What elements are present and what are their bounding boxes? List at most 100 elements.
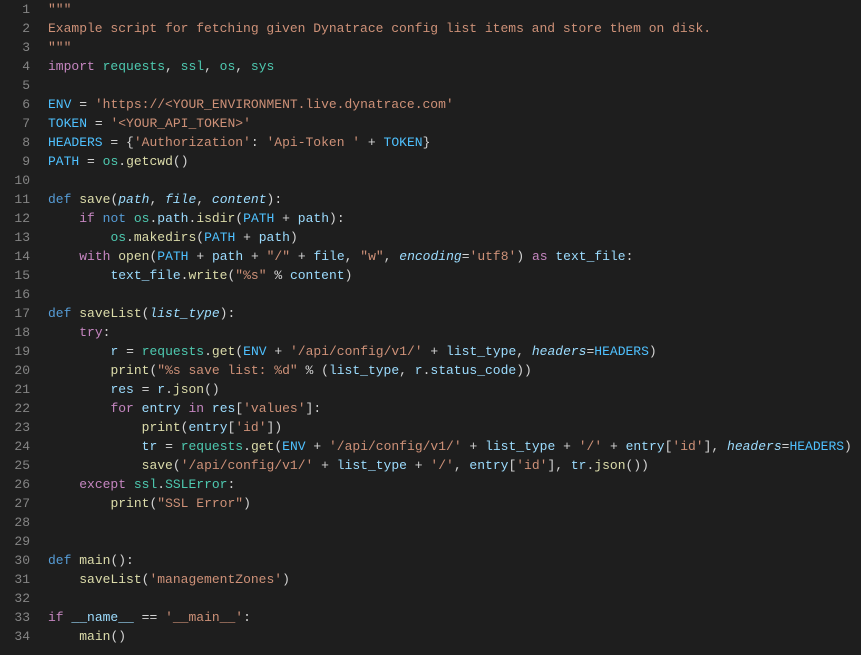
token: with bbox=[79, 249, 110, 264]
token bbox=[602, 439, 610, 454]
code-line[interactable]: os.makedirs(PATH + path) bbox=[48, 228, 861, 247]
token bbox=[87, 97, 95, 112]
token: == bbox=[142, 610, 158, 625]
token: TOKEN bbox=[384, 135, 423, 150]
token bbox=[204, 249, 212, 264]
token: ENV bbox=[282, 439, 305, 454]
token: requests bbox=[181, 439, 243, 454]
code-line[interactable]: ENV = 'https://<YOUR_ENVIRONMENT.live.dy… bbox=[48, 95, 861, 114]
token bbox=[571, 439, 579, 454]
token: . bbox=[126, 230, 134, 245]
code-line[interactable]: r = requests.get(ENV + '/api/config/v1/'… bbox=[48, 342, 861, 361]
line-number: 9 bbox=[0, 152, 30, 171]
token: tr bbox=[142, 439, 158, 454]
code-line[interactable] bbox=[48, 76, 861, 95]
token: ( bbox=[173, 458, 181, 473]
line-number: 11 bbox=[0, 190, 30, 209]
token: ) bbox=[649, 344, 657, 359]
token bbox=[259, 249, 267, 264]
line-number: 23 bbox=[0, 418, 30, 437]
code-line[interactable]: print(entry['id']) bbox=[48, 418, 861, 437]
code-line[interactable] bbox=[48, 171, 861, 190]
token: list_type bbox=[337, 458, 407, 473]
token: status_code bbox=[430, 363, 516, 378]
code-line[interactable] bbox=[48, 532, 861, 551]
line-number: 25 bbox=[0, 456, 30, 475]
code-line[interactable]: """ bbox=[48, 0, 861, 19]
token: () bbox=[173, 154, 189, 169]
code-editor[interactable]: """Example script for fetching given Dyn… bbox=[44, 0, 861, 655]
code-line[interactable]: print("SSL Error") bbox=[48, 494, 861, 513]
code-line[interactable]: if __name__ == '__main__': bbox=[48, 608, 861, 627]
token: sys bbox=[251, 59, 274, 74]
token: 'utf8' bbox=[470, 249, 517, 264]
token: ENV bbox=[243, 344, 266, 359]
token: "%s save list: %d" bbox=[157, 363, 297, 378]
code-line[interactable]: PATH = os.getcwd() bbox=[48, 152, 861, 171]
code-line[interactable]: """ bbox=[48, 38, 861, 57]
token bbox=[134, 344, 142, 359]
code-line[interactable]: for entry in res['values']: bbox=[48, 399, 861, 418]
token: requests bbox=[142, 344, 204, 359]
line-number: 12 bbox=[0, 209, 30, 228]
code-line[interactable]: if not os.path.isdir(PATH + path): bbox=[48, 209, 861, 228]
token: if bbox=[48, 610, 64, 625]
token: path bbox=[259, 230, 290, 245]
token: 'values' bbox=[243, 401, 305, 416]
token: get bbox=[212, 344, 235, 359]
code-line[interactable] bbox=[48, 285, 861, 304]
token: requests bbox=[103, 59, 165, 74]
token: r bbox=[415, 363, 423, 378]
code-line[interactable]: TOKEN = '<YOUR_API_TOKEN>' bbox=[48, 114, 861, 133]
token: , bbox=[345, 249, 361, 264]
token: for bbox=[110, 401, 133, 416]
token: ]: bbox=[306, 401, 322, 416]
token: PATH bbox=[243, 211, 274, 226]
code-line[interactable] bbox=[48, 589, 861, 608]
code-line[interactable]: tr = requests.get(ENV + '/api/config/v1/… bbox=[48, 437, 861, 456]
code-line[interactable]: res = r.json() bbox=[48, 380, 861, 399]
code-line[interactable]: def main(): bbox=[48, 551, 861, 570]
token: [ bbox=[235, 401, 243, 416]
token bbox=[157, 610, 165, 625]
code-line[interactable]: main() bbox=[48, 627, 861, 646]
code-line[interactable]: save('/api/config/v1/' + list_type + '/'… bbox=[48, 456, 861, 475]
token: : bbox=[243, 610, 251, 625]
code-line[interactable]: saveList('managementZones') bbox=[48, 570, 861, 589]
code-line[interactable]: def saveList(list_type): bbox=[48, 304, 861, 323]
token: getcwd bbox=[126, 154, 173, 169]
token: , bbox=[235, 59, 251, 74]
code-line[interactable]: HEADERS = {'Authorization': 'Api-Token '… bbox=[48, 133, 861, 152]
line-number: 6 bbox=[0, 95, 30, 114]
line-number: 34 bbox=[0, 627, 30, 646]
token: os bbox=[110, 230, 126, 245]
token: entry bbox=[469, 458, 508, 473]
code-line[interactable]: with open(PATH + path + "/" + file, "w",… bbox=[48, 247, 861, 266]
token bbox=[157, 439, 165, 454]
code-line[interactable]: print("%s save list: %d" % (list_type, r… bbox=[48, 361, 861, 380]
token: ssl bbox=[181, 59, 204, 74]
code-line[interactable]: except ssl.SSLError: bbox=[48, 475, 861, 494]
token: ], bbox=[547, 458, 570, 473]
token: , bbox=[149, 192, 165, 207]
token: headers bbox=[727, 439, 782, 454]
token bbox=[134, 401, 142, 416]
token: try bbox=[79, 325, 102, 340]
token bbox=[134, 610, 142, 625]
code-line[interactable]: try: bbox=[48, 323, 861, 342]
code-line[interactable] bbox=[48, 513, 861, 532]
token bbox=[555, 439, 563, 454]
line-number-gutter: 1234567891011121314151617181920212223242… bbox=[0, 0, 44, 655]
token: : bbox=[227, 477, 235, 492]
token: . bbox=[165, 382, 173, 397]
token bbox=[95, 211, 103, 226]
token: 'managementZones' bbox=[149, 572, 282, 587]
token: , bbox=[165, 59, 181, 74]
token: os bbox=[103, 154, 119, 169]
code-line[interactable]: import requests, ssl, os, sys bbox=[48, 57, 861, 76]
code-line[interactable]: text_file.write("%s" % content) bbox=[48, 266, 861, 285]
token: + bbox=[368, 135, 376, 150]
token: '/' bbox=[579, 439, 602, 454]
code-line[interactable]: def save(path, file, content): bbox=[48, 190, 861, 209]
code-line[interactable]: Example script for fetching given Dynatr… bbox=[48, 19, 861, 38]
